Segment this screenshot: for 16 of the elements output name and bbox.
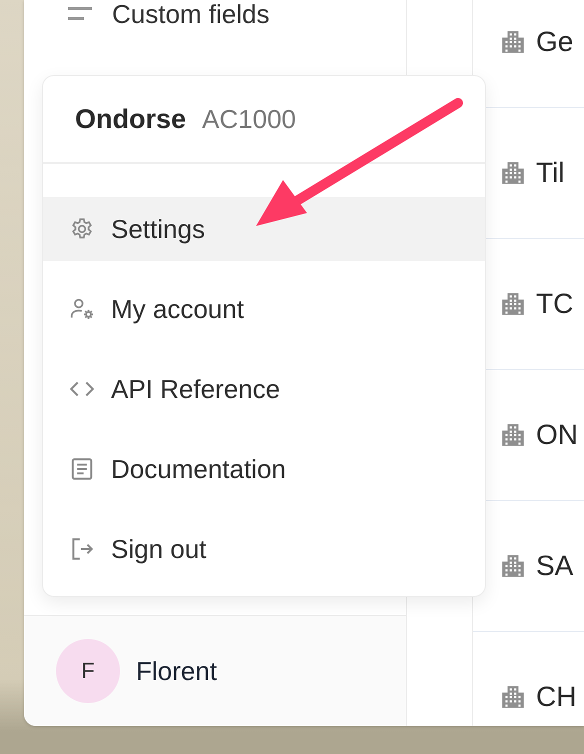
building-icon	[500, 553, 526, 579]
organization-name: Ondorse	[75, 104, 186, 134]
sidebar-item[interactable]: Custom fields	[112, 0, 270, 30]
document-icon	[69, 456, 95, 482]
building-icon	[500, 684, 526, 710]
menu-item[interactable]: Settings	[43, 197, 485, 261]
organization-code: AC1000	[202, 104, 296, 134]
user-name[interactable]: Florent	[136, 656, 217, 686]
list-row[interactable]: CH	[473, 632, 584, 726]
user-gear-icon	[69, 296, 95, 322]
building-icon	[500, 422, 526, 448]
building-icon	[500, 29, 526, 55]
text-lines-icon	[68, 5, 92, 23]
building-icon	[500, 291, 526, 317]
user-avatar[interactable]: F	[56, 639, 120, 703]
building-icon	[500, 160, 526, 186]
